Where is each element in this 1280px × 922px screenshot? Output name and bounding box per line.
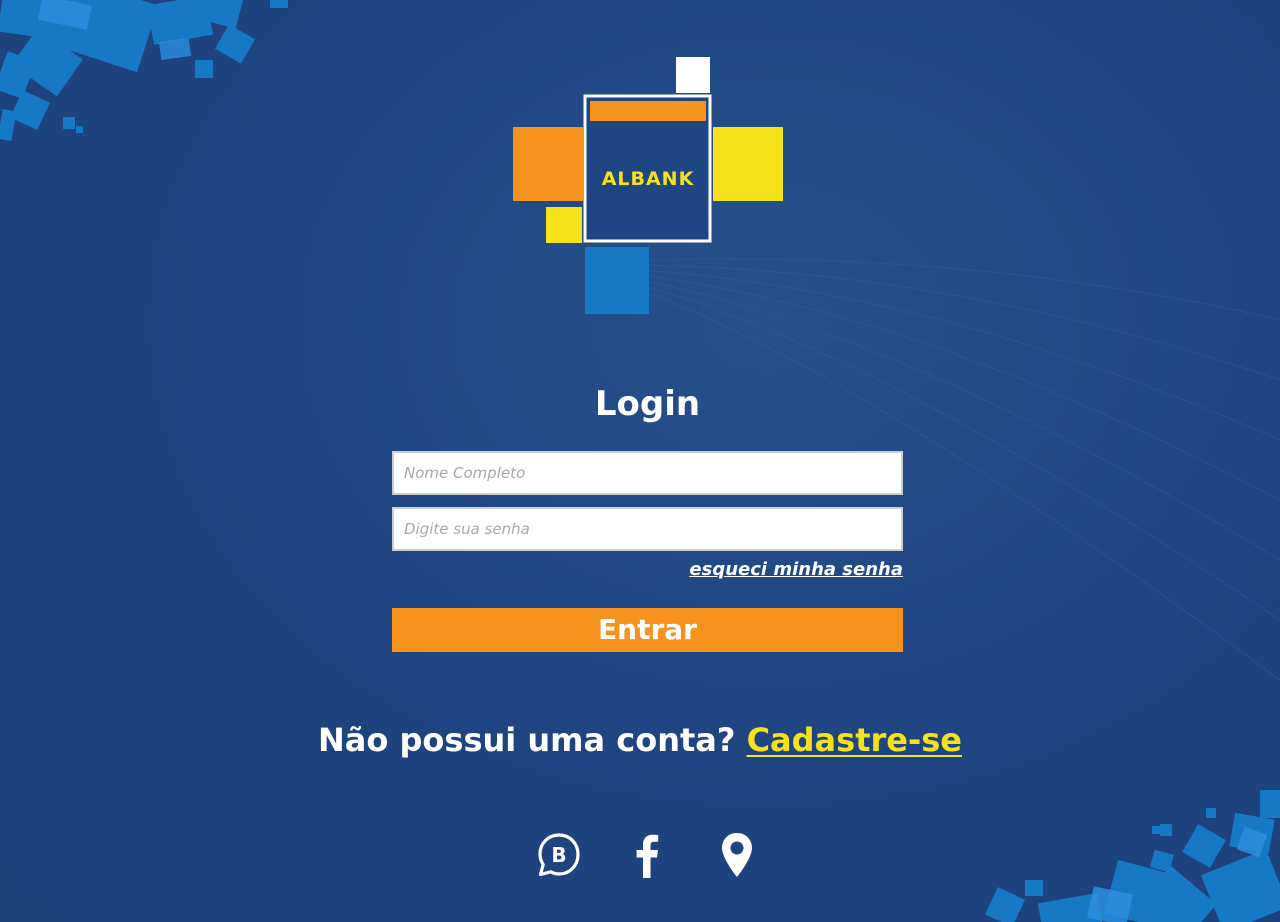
login-title: Login <box>594 384 701 424</box>
top-left-decoration <box>0 0 288 141</box>
logo-square-yellow-right <box>713 127 783 201</box>
logo-square-yellow-small <box>546 207 582 243</box>
full-name-input[interactable] <box>392 451 903 495</box>
facebook-icon <box>636 834 659 878</box>
forgot-password-link[interactable]: esqueci minha senha <box>689 558 903 582</box>
location-pin-icon <box>722 833 752 877</box>
logo-square-white-top <box>676 57 710 93</box>
signup-prompt-row: Não possui uma conta? Cadastre-se <box>0 718 1280 762</box>
login-submit-button[interactable]: Entrar <box>392 608 903 652</box>
facebook-button[interactable] <box>624 830 672 880</box>
whatsapp-icon: B <box>538 833 580 877</box>
social-links: B <box>536 830 760 882</box>
location-button[interactable] <box>714 830 762 880</box>
logo-square-orange-left <box>513 127 583 201</box>
bottom-right-decoration <box>985 790 1280 922</box>
signup-prompt-text: Não possui uma conta? <box>318 721 736 759</box>
logo-frame-orange-band <box>590 101 706 121</box>
logo-text: ALBANK <box>602 168 695 190</box>
signup-link[interactable]: Cadastre-se <box>747 721 962 759</box>
logo-square-blue-bottom <box>585 247 649 314</box>
albank-logo: ALBANK <box>513 57 783 314</box>
svg-text:B: B <box>551 843 566 867</box>
password-input[interactable] <box>392 507 903 551</box>
whatsapp-button[interactable]: B <box>536 830 584 880</box>
